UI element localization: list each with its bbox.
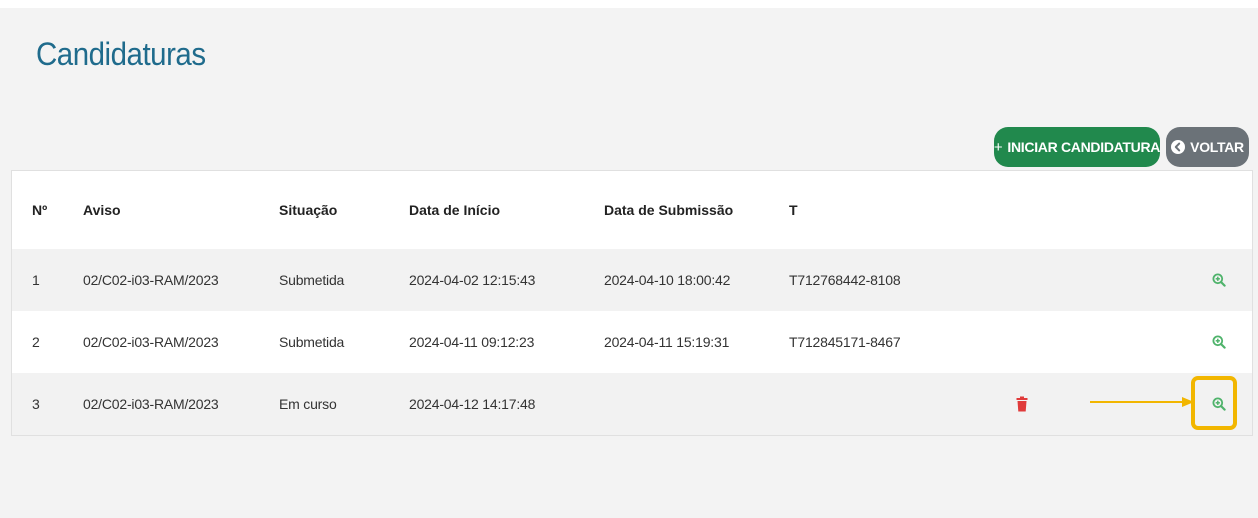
cell-submission-date: [604, 373, 789, 435]
cell-submission-date: 2024-04-10 18:00:42: [604, 249, 789, 311]
circle-arrow-left-icon: [1171, 140, 1186, 154]
applications-table: Nº Aviso Situação Data de Início Data de…: [11, 170, 1253, 436]
column-header-delete: [1004, 171, 1186, 249]
column-header-status: Situação: [279, 171, 409, 249]
cell-number: 3: [12, 373, 83, 435]
table-row: 3 02/C02-i03-RAM/2023 Em curso 2024-04-1…: [12, 373, 1252, 435]
column-header-number: Nº: [12, 171, 83, 249]
toolbar: + INICIAR CANDIDATURA VOLTAR: [994, 127, 1249, 167]
trash-icon[interactable]: [1016, 396, 1028, 412]
cell-number: 1: [12, 249, 83, 311]
annotation-arrow: [1090, 397, 1194, 407]
cell-t: T712845171-8467: [789, 311, 1004, 373]
cell-notice: 02/C02-i03-RAM/2023: [83, 373, 279, 435]
back-label: VOLTAR: [1190, 139, 1244, 155]
cell-t: T712768442-8108: [789, 249, 1004, 311]
page-title: Candidaturas: [36, 36, 206, 72]
column-header-submission-date: Data de Submissão: [604, 171, 789, 249]
table-row: 2 02/C02-i03-RAM/2023 Submetida 2024-04-…: [12, 311, 1252, 373]
annotation-highlight-box: [1191, 376, 1237, 430]
cell-start-date: 2024-04-02 12:15:43: [409, 249, 604, 311]
cell-notice: 02/C02-i03-RAM/2023: [83, 311, 279, 373]
start-application-button[interactable]: + INICIAR CANDIDATURA: [994, 127, 1160, 167]
cell-notice: 02/C02-i03-RAM/2023: [83, 249, 279, 311]
plus-icon: +: [993, 138, 1003, 156]
page-background: Candidaturas + INICIAR CANDIDATURA VOLTA…: [0, 8, 1258, 518]
start-application-label: INICIAR CANDIDATURA: [1007, 139, 1161, 155]
cell-t: [789, 373, 1004, 435]
table-row: 1 02/C02-i03-RAM/2023 Submetida 2024-04-…: [12, 249, 1252, 311]
cell-status: Submetida: [279, 249, 409, 311]
cell-view: [1186, 311, 1252, 373]
zoom-in-icon[interactable]: [1212, 273, 1226, 287]
cell-delete: [1004, 311, 1186, 373]
cell-view: [1186, 249, 1252, 311]
cell-status: Em curso: [279, 373, 409, 435]
column-header-notice: Aviso: [83, 171, 279, 249]
back-button[interactable]: VOLTAR: [1166, 127, 1249, 167]
cell-start-date: 2024-04-11 09:12:23: [409, 311, 604, 373]
zoom-in-icon[interactable]: [1212, 335, 1226, 349]
cell-submission-date: 2024-04-11 15:19:31: [604, 311, 789, 373]
table-header-row: Nº Aviso Situação Data de Início Data de…: [12, 171, 1252, 249]
column-header-t: T: [789, 171, 1004, 249]
column-header-view: [1186, 171, 1252, 249]
cell-start-date: 2024-04-12 14:17:48: [409, 373, 604, 435]
cell-status: Submetida: [279, 311, 409, 373]
cell-delete: [1004, 249, 1186, 311]
cell-number: 2: [12, 311, 83, 373]
column-header-start-date: Data de Início: [409, 171, 604, 249]
